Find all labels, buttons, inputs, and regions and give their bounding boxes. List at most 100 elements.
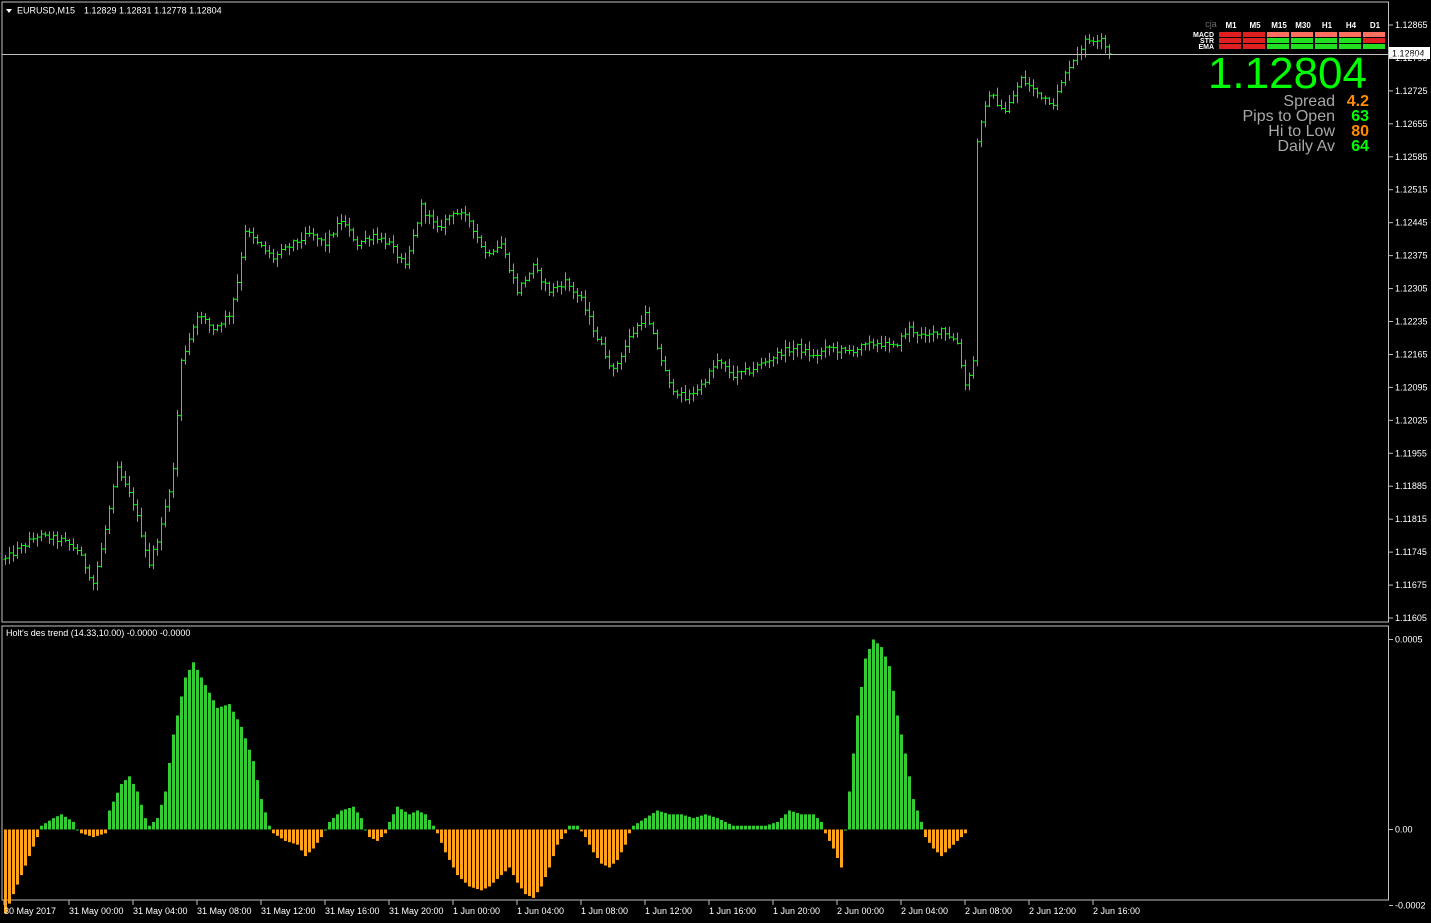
histogram-bar bbox=[492, 829, 495, 883]
histogram-bar bbox=[572, 825, 575, 830]
histogram-bar bbox=[188, 669, 191, 830]
histogram-bar bbox=[196, 669, 199, 830]
histogram-bar bbox=[204, 685, 207, 830]
histogram-bar bbox=[20, 829, 23, 876]
histogram-bar bbox=[308, 829, 311, 853]
histogram-bar bbox=[388, 821, 391, 830]
histogram-bar bbox=[580, 829, 583, 832]
histogram-bar bbox=[432, 825, 435, 830]
histogram-bar bbox=[180, 696, 183, 830]
histogram-bar bbox=[56, 816, 59, 830]
signal-cell bbox=[1219, 38, 1241, 43]
histogram-bar bbox=[724, 821, 727, 830]
histogram-bar bbox=[948, 829, 951, 849]
histogram-bar bbox=[440, 829, 443, 843]
histogram-bar bbox=[792, 811, 795, 830]
histogram-bar bbox=[304, 829, 307, 857]
indicator-tick-label: 0.0005 bbox=[1395, 635, 1423, 645]
stats-panel: Spread 4.2 Pips to Open 63 Hi to Low 80 … bbox=[1129, 94, 1370, 155]
histogram-bar bbox=[768, 824, 771, 830]
stat-label: Pips to Open bbox=[1242, 108, 1336, 125]
histogram-bar bbox=[468, 829, 471, 887]
histogram-bar bbox=[288, 829, 291, 843]
histogram-bar bbox=[928, 829, 931, 843]
histogram-bar bbox=[732, 825, 735, 830]
signal-corner-label: cja bbox=[1205, 19, 1217, 29]
histogram-bar bbox=[12, 829, 15, 895]
histogram-bar bbox=[8, 829, 11, 904]
histogram-bar bbox=[584, 829, 587, 838]
histogram-bar bbox=[252, 761, 255, 830]
histogram-bar bbox=[720, 820, 723, 830]
histogram-bar bbox=[460, 829, 463, 879]
histogram-bar bbox=[892, 690, 895, 830]
histogram-bar bbox=[264, 812, 267, 830]
histogram-bar bbox=[712, 816, 715, 830]
histogram-bar bbox=[144, 818, 147, 830]
histogram-bar bbox=[840, 829, 843, 868]
histogram-bar bbox=[944, 829, 947, 853]
stat-value: 63 bbox=[1351, 108, 1369, 125]
histogram-bar bbox=[628, 829, 631, 834]
histogram-bar bbox=[332, 818, 335, 830]
histogram-bar bbox=[912, 799, 915, 830]
histogram-bar bbox=[688, 816, 691, 830]
histogram-bar bbox=[624, 829, 627, 845]
histogram-bar bbox=[80, 829, 83, 834]
histogram-bar bbox=[824, 829, 827, 834]
histogram-bar bbox=[896, 715, 899, 830]
signal-cell bbox=[1339, 32, 1361, 37]
histogram-bar bbox=[64, 816, 67, 830]
histogram-bar bbox=[104, 829, 107, 834]
histogram-bar bbox=[588, 829, 591, 845]
histogram-bar bbox=[808, 814, 811, 830]
time-tick-label: 31 May 00:00 bbox=[69, 906, 124, 916]
histogram-bar bbox=[416, 810, 419, 830]
histogram-bar bbox=[276, 829, 279, 836]
price-tick-label: 1.12795 bbox=[1395, 53, 1428, 63]
histogram-bar bbox=[52, 818, 55, 830]
histogram-bar bbox=[552, 829, 555, 857]
histogram-bar bbox=[556, 829, 559, 845]
histogram-bar bbox=[176, 715, 179, 830]
histogram-bar bbox=[852, 753, 855, 830]
histogram-bar bbox=[40, 825, 43, 830]
histogram-bar bbox=[420, 812, 423, 830]
histogram-bar bbox=[640, 820, 643, 830]
histogram-bar bbox=[872, 639, 875, 830]
histogram-bar bbox=[140, 804, 143, 830]
histogram-bar bbox=[772, 823, 775, 830]
histogram-bar bbox=[272, 829, 275, 834]
price-tick-label: 1.12095 bbox=[1395, 382, 1428, 392]
histogram-bar bbox=[956, 829, 959, 841]
price-tick-label: 1.12865 bbox=[1395, 20, 1428, 30]
current-price-display: 1.12804 bbox=[1207, 49, 1367, 98]
price-tick-label: 1.11675 bbox=[1395, 580, 1427, 590]
histogram-bar bbox=[952, 829, 955, 845]
timeframe-label: M5 bbox=[1249, 21, 1261, 30]
histogram-bar bbox=[248, 749, 251, 830]
histogram-bar bbox=[112, 801, 115, 830]
histogram-bar bbox=[564, 829, 567, 834]
ohlc-text: 1.12829 1.12831 1.12778 1.12804 bbox=[84, 6, 222, 16]
histogram-bar bbox=[532, 829, 535, 898]
signal-cell bbox=[1291, 32, 1313, 37]
histogram-bar bbox=[464, 829, 467, 883]
histogram-bar bbox=[132, 783, 135, 830]
histogram-bar bbox=[16, 829, 19, 885]
histogram-bar bbox=[548, 829, 551, 868]
histogram-bar bbox=[812, 814, 815, 830]
histogram-bar bbox=[164, 791, 167, 830]
histogram-bar bbox=[924, 829, 927, 838]
histogram-bar bbox=[160, 804, 163, 830]
histogram-bar bbox=[940, 829, 943, 857]
histogram-bar bbox=[344, 809, 347, 830]
histogram-bar bbox=[228, 704, 231, 830]
histogram-bar bbox=[496, 829, 499, 879]
histogram-bar bbox=[884, 656, 887, 830]
histogram-bar bbox=[28, 829, 31, 857]
time-tick-label: 1 Jun 16:00 bbox=[709, 906, 756, 916]
histogram-bar bbox=[152, 821, 155, 830]
histogram-bar bbox=[200, 677, 203, 830]
histogram-bar bbox=[488, 829, 491, 887]
